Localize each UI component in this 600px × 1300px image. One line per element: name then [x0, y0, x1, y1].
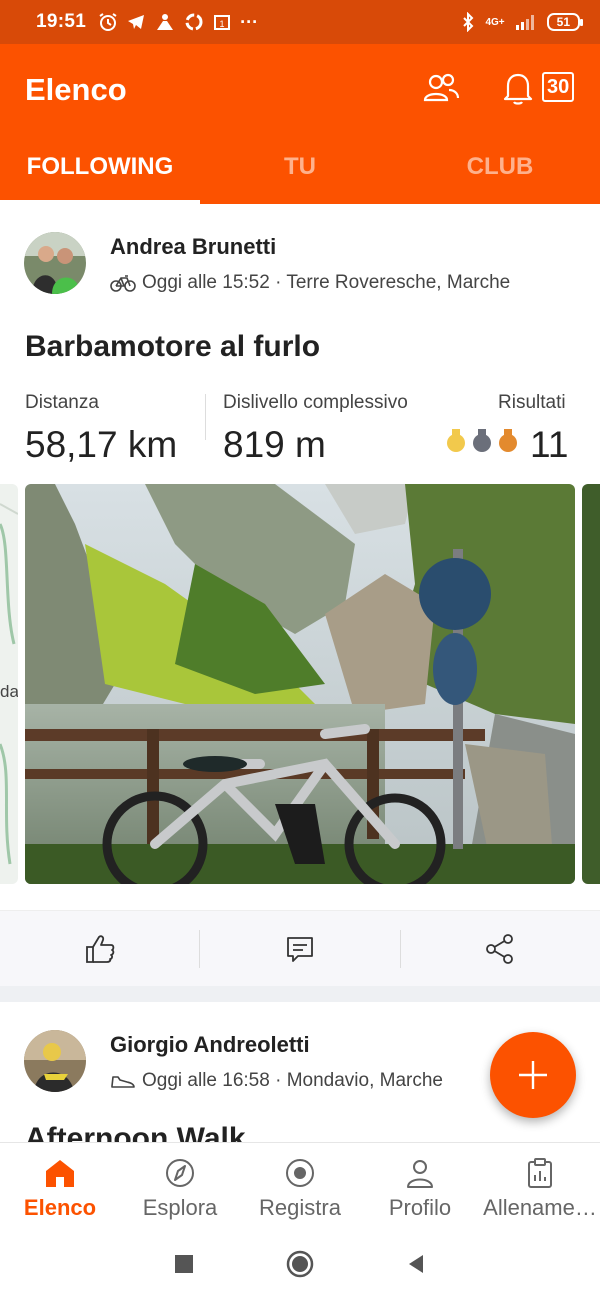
- activity-feed[interactable]: Andrea Brunetti Oggi alle 15:52 · Terre …: [0, 204, 600, 1142]
- nav-label: Profilo: [388, 1195, 452, 1220]
- page-title: Elenco: [25, 72, 127, 107]
- activity-meta-text: Oggi alle 15:52 · Terre Roveresche, Marc…: [142, 272, 511, 293]
- comment-icon: [287, 936, 313, 962]
- status-bar: 19:51 1 ··· 4G+ 51: [0, 0, 600, 44]
- recents-icon[interactable]: [173, 1253, 195, 1275]
- add-button[interactable]: [490, 1032, 576, 1118]
- training-log-icon: [528, 1158, 552, 1188]
- bronze-medal-icon: [499, 429, 517, 452]
- bike-icon: [110, 275, 136, 292]
- person-icon: [407, 1160, 433, 1188]
- nav-label: Esplora: [142, 1195, 218, 1220]
- app-bar: Elenco 30 FOLLOWING TU CLUB: [0, 44, 600, 204]
- activity-meta-text: Oggi alle 16:58 · Mondavio, Marche: [142, 1070, 443, 1091]
- back-icon[interactable]: [405, 1253, 427, 1275]
- stat-value-elevation: 819 m: [223, 424, 326, 465]
- bluetooth-icon: [463, 12, 474, 32]
- activity-title[interactable]: Barbamotore al furlo: [25, 330, 320, 364]
- sync-icon: [185, 13, 203, 31]
- tab-you[interactable]: TU: [200, 142, 400, 204]
- system-navigation: [0, 1228, 600, 1300]
- athlete-name[interactable]: Andrea Brunetti: [110, 234, 276, 260]
- avatar[interactable]: [24, 1030, 86, 1092]
- nav-item-training[interactable]: Allename…: [480, 1143, 600, 1228]
- network-label: 4G+: [485, 16, 505, 28]
- comment-button[interactable]: [200, 911, 399, 987]
- telegram-icon: [128, 15, 145, 29]
- map-preview[interactable]: da: [0, 484, 18, 884]
- card-separator: [0, 986, 600, 1002]
- gold-medal-icon: [447, 429, 465, 452]
- nav-item-explore[interactable]: Esplora: [120, 1143, 240, 1228]
- calendar-icon: 1: [214, 15, 231, 30]
- athlete-name[interactable]: Giorgio Andreoletti: [110, 1032, 310, 1058]
- share-button[interactable]: [401, 911, 600, 987]
- photo-carousel[interactable]: da: [0, 484, 600, 884]
- stat-value-distance: 58,17 km: [25, 424, 178, 465]
- plus-icon: [519, 1061, 547, 1089]
- silver-medal-icon: [473, 429, 491, 452]
- avatar[interactable]: [24, 232, 86, 294]
- thumbs-up-icon: [85, 934, 114, 963]
- stat-label-achievements: Risultati: [498, 392, 566, 413]
- record-icon: [286, 1159, 314, 1187]
- home-button-icon[interactable]: [285, 1249, 315, 1279]
- activity-meta: Oggi alle 15:52 · Terre Roveresche, Marc…: [110, 272, 510, 294]
- map-label: da: [0, 682, 18, 701]
- nav-item-record[interactable]: Registra: [240, 1143, 360, 1228]
- tab-following[interactable]: FOLLOWING: [0, 142, 200, 204]
- bottom-navigation: Elenco Esplora Registra Profilo Allename…: [0, 1142, 600, 1228]
- activity-meta: Oggi alle 16:58 · Mondavio, Marche: [110, 1070, 443, 1092]
- next-photo-preview[interactable]: [582, 484, 600, 884]
- svg-text:1: 1: [220, 19, 225, 29]
- nav-label: Registra: [259, 1195, 341, 1220]
- people-icon[interactable]: [422, 72, 460, 104]
- battery-indicator: 51: [546, 13, 584, 31]
- nav-item-feed[interactable]: Elenco: [0, 1143, 120, 1228]
- feed-tabs: FOLLOWING TU CLUB: [0, 142, 600, 204]
- status-time: 19:51: [36, 11, 87, 32]
- notification-count-badge[interactable]: 30: [542, 72, 575, 102]
- status-notification-icons: 1 ···: [98, 12, 258, 33]
- nav-label: Allename…: [483, 1195, 597, 1220]
- stat-label-elevation: Dislivello complessivo: [223, 392, 408, 413]
- nav-item-profile[interactable]: Profilo: [360, 1143, 480, 1228]
- stat-divider: [205, 394, 206, 440]
- signal-icon: [515, 15, 534, 30]
- activity-photo[interactable]: [25, 484, 575, 884]
- share-icon: [486, 933, 514, 964]
- more-icon: ···: [240, 11, 259, 32]
- shoe-icon: [111, 1076, 135, 1088]
- activity-title[interactable]: Afternoon Walk: [25, 1122, 246, 1142]
- activity-actions: [0, 910, 600, 986]
- strava-icon: [157, 14, 174, 30]
- status-system-icons: 4G+ 51: [461, 12, 584, 32]
- nav-label: Elenco: [23, 1195, 97, 1220]
- stat-label-distance: Distanza: [25, 392, 99, 413]
- kudos-button[interactable]: [0, 911, 199, 987]
- bell-icon[interactable]: [500, 70, 536, 106]
- compass-icon: [166, 1159, 194, 1187]
- stat-value-achievements: 11: [530, 424, 569, 465]
- tab-club[interactable]: CLUB: [400, 142, 600, 204]
- alarm-icon: [99, 13, 117, 31]
- achievement-medals: [447, 429, 517, 452]
- home-icon: [46, 1160, 74, 1187]
